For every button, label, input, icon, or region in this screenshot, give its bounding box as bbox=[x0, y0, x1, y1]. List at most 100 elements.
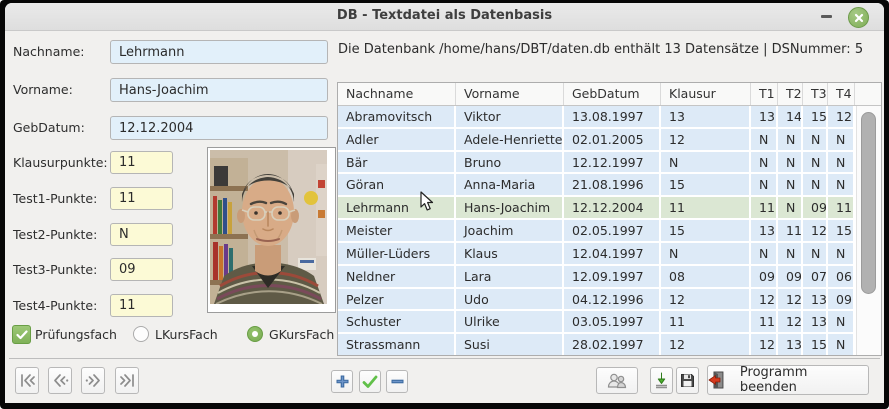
lkursfach-label: LKursFach bbox=[155, 327, 218, 342]
vorname-field[interactable] bbox=[110, 78, 328, 102]
confirm-button[interactable] bbox=[359, 370, 381, 393]
table-cell: 11 bbox=[661, 311, 751, 332]
add-record-button[interactable] bbox=[331, 370, 353, 393]
minimize-icon[interactable] bbox=[821, 15, 832, 18]
table-cell: Anna-Maria bbox=[456, 174, 564, 195]
klausurpunkte-field[interactable] bbox=[110, 151, 173, 174]
column-header-nachname[interactable]: Nachname bbox=[338, 83, 456, 105]
lkursfach-radio[interactable] bbox=[133, 326, 149, 342]
table-cell: N bbox=[803, 129, 828, 150]
table-cell: N bbox=[751, 174, 778, 195]
last-record-button[interactable] bbox=[115, 367, 139, 394]
exit-button[interactable]: Programm beenden bbox=[707, 365, 869, 395]
table-cell: 21.08.1996 bbox=[564, 174, 661, 195]
field-label-test4: Test4-Punkte: bbox=[13, 298, 97, 313]
delete-record-icon bbox=[390, 374, 405, 389]
close-icon bbox=[854, 13, 864, 23]
table-cell: 12.04.1997 bbox=[564, 243, 661, 264]
delete-record-button[interactable] bbox=[386, 370, 408, 393]
titlebar[interactable]: DB - Textdatei als Datenbasis bbox=[5, 3, 884, 31]
table-cell: 12 bbox=[661, 129, 751, 150]
add-record-icon bbox=[335, 374, 350, 389]
test3-field[interactable] bbox=[110, 258, 173, 281]
table-scrollbar[interactable] bbox=[856, 106, 881, 355]
test1-field[interactable] bbox=[110, 187, 173, 210]
desktop-frame: DB - Textdatei als Datenbasis Nachname: … bbox=[0, 0, 889, 409]
test2-field[interactable] bbox=[110, 223, 173, 246]
column-header-t4[interactable]: T4 bbox=[828, 83, 855, 105]
app-window: DB - Textdatei als Datenbasis Nachname: … bbox=[5, 3, 884, 403]
table-row[interactable]: NeldnerLara12.09.19970809090706 bbox=[338, 266, 855, 289]
save-button[interactable] bbox=[676, 367, 699, 394]
table-row[interactable]: BärBruno12.12.1997NNNNN bbox=[338, 152, 855, 175]
field-label-nachname: Nachname: bbox=[13, 44, 84, 59]
field-label-test3: Test3-Punkte: bbox=[13, 262, 97, 277]
table-cell: N bbox=[778, 174, 803, 195]
table-row[interactable]: AdlerAdele-Henriette02.01.200512NNNN bbox=[338, 129, 855, 152]
previous-record-button[interactable] bbox=[48, 367, 72, 394]
test4-field[interactable] bbox=[110, 294, 173, 317]
table-row[interactable]: MeisterJoachim02.05.19971513111215 bbox=[338, 220, 855, 243]
table-row[interactable]: StrassmannSusi28.02.199712121315N bbox=[338, 334, 855, 355]
pruefungsfach-checkbox[interactable] bbox=[12, 325, 31, 344]
table-cell: Lehrmann bbox=[338, 197, 456, 218]
table-row[interactable]: Müller-LüdersKlaus12.04.1997NNNNN bbox=[338, 243, 855, 266]
table-row[interactable]: SchusterUlrike03.05.199711111213N bbox=[338, 311, 855, 334]
table-cell: Müller-Lüders bbox=[338, 243, 456, 264]
column-header-t2[interactable]: T2 bbox=[778, 83, 803, 105]
table-cell: 11 bbox=[828, 197, 855, 218]
import-button[interactable] bbox=[650, 367, 673, 394]
scrollbar-thumb[interactable] bbox=[861, 112, 876, 294]
table-cell: N bbox=[803, 174, 828, 195]
exit-button-label: Programm beenden bbox=[740, 365, 868, 395]
field-label-gebdatum: GebDatum: bbox=[13, 120, 85, 135]
table-header: NachnameVornameGebDatumKlausurT1T2T3T4 bbox=[338, 83, 881, 106]
table-cell: Bär bbox=[338, 152, 456, 173]
column-header-klausur[interactable]: Klausur bbox=[661, 83, 751, 105]
column-header-vorname[interactable]: Vorname bbox=[456, 83, 564, 105]
radio-dot bbox=[252, 331, 258, 337]
table-cell: Joachim bbox=[456, 220, 564, 241]
table-cell: 15 bbox=[661, 220, 751, 241]
next-record-button[interactable] bbox=[81, 367, 105, 394]
table-cell: N bbox=[828, 174, 855, 195]
column-header-gebdatum[interactable]: GebDatum bbox=[564, 83, 661, 105]
table-cell: 08 bbox=[661, 266, 751, 287]
table-cell: N bbox=[803, 243, 828, 264]
first-record-button[interactable] bbox=[15, 367, 39, 394]
gkursfach-label: GKursFach bbox=[269, 327, 334, 342]
table-cell: 12 bbox=[661, 289, 751, 310]
close-button[interactable] bbox=[848, 7, 869, 28]
table-row[interactable]: GöranAnna-Maria21.08.199615NNNN bbox=[338, 174, 855, 197]
table-cell: 13.08.1997 bbox=[564, 106, 661, 127]
table-cell: 15 bbox=[803, 334, 828, 355]
table-cell: N bbox=[778, 152, 803, 173]
gkursfach-radio[interactable] bbox=[247, 326, 263, 342]
table-cell: N bbox=[661, 243, 751, 264]
portrait-photo bbox=[207, 147, 336, 313]
table-row[interactable]: AbramovitschViktor13.08.19971313141512 bbox=[338, 106, 855, 129]
table-cell: 13 bbox=[661, 106, 751, 127]
table-cell: 12 bbox=[751, 289, 778, 310]
records-table: NachnameVornameGebDatumKlausurT1T2T3T4 A… bbox=[337, 82, 882, 356]
users-button[interactable] bbox=[596, 367, 638, 394]
table-body: AbramovitschViktor13.08.19971313141512Ad… bbox=[338, 106, 855, 355]
table-row[interactable]: LehrmannHans-Joachim12.12.20041111N0911 bbox=[338, 197, 855, 220]
table-cell: 07 bbox=[803, 266, 828, 287]
nachname-field[interactable] bbox=[110, 40, 328, 64]
table-row[interactable]: PelzerUdo04.12.19961212121309 bbox=[338, 289, 855, 312]
previous-record-icon bbox=[52, 373, 69, 388]
column-header-t3[interactable]: T3 bbox=[803, 83, 828, 105]
table-cell: Klaus bbox=[456, 243, 564, 264]
table-cell: 09 bbox=[751, 266, 778, 287]
table-cell: 04.12.1996 bbox=[564, 289, 661, 310]
table-cell: N bbox=[828, 311, 855, 332]
table-cell: Schuster bbox=[338, 311, 456, 332]
gebdatum-field[interactable] bbox=[110, 116, 328, 140]
table-cell: 11 bbox=[751, 311, 778, 332]
table-cell: Bruno bbox=[456, 152, 564, 173]
table-cell: 15 bbox=[661, 174, 751, 195]
table-cell: 12 bbox=[778, 311, 803, 332]
column-header-t1[interactable]: T1 bbox=[751, 83, 778, 105]
table-cell: 02.01.2005 bbox=[564, 129, 661, 150]
